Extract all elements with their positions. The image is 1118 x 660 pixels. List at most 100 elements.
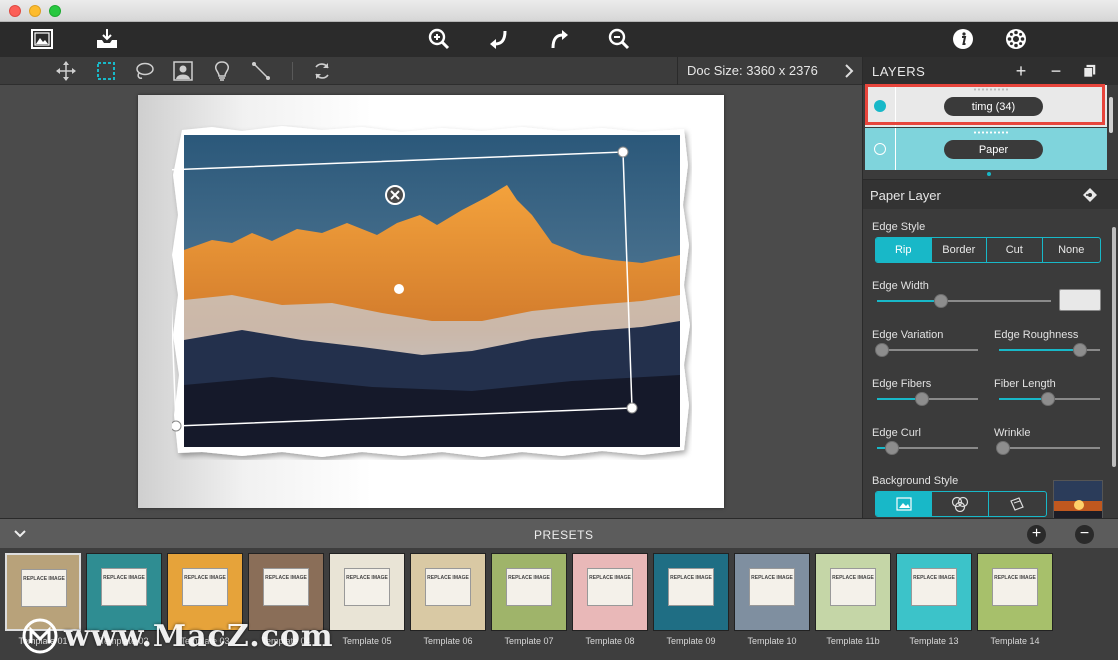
slider-knob[interactable] <box>996 441 1010 455</box>
slider-knob[interactable] <box>875 343 889 357</box>
preset-caption: REPLACE IMAGE <box>21 569 67 607</box>
layer-name: timg (34) <box>944 97 1043 116</box>
paper-style-icon[interactable] <box>1081 186 1099 204</box>
edge-curl-slider[interactable] <box>877 441 978 455</box>
preset-thumbnail[interactable]: REPLACE IMAGE <box>734 553 810 631</box>
edge-roughness-slider[interactable] <box>999 343 1100 357</box>
info-icon[interactable] <box>949 26 977 52</box>
edge-width-label: Edge Width <box>872 280 929 292</box>
undo-icon[interactable] <box>485 26 513 52</box>
slider-knob[interactable] <box>915 392 929 406</box>
panel-scrollbar[interactable] <box>1112 227 1116 467</box>
edge-style-label: Edge Style <box>872 221 926 233</box>
preset-label: Template 02 <box>99 636 149 646</box>
export-icon[interactable] <box>93 26 121 52</box>
edge-variation-label: Edge Variation <box>872 329 944 341</box>
presets-strip: REPLACE IMAGE Template 01 REPLACE IMAGE Tem… <box>0 548 1118 660</box>
edge-color-swatch[interactable] <box>1059 289 1101 311</box>
slider-knob[interactable] <box>1041 392 1055 406</box>
layer-visibility-dot[interactable] <box>874 100 886 112</box>
zoom-out-icon[interactable] <box>605 26 633 52</box>
edge-style-segmented: Rip Border Cut None <box>875 237 1101 263</box>
add-preset-button[interactable]: + <box>1027 525 1046 544</box>
drag-handle-icon[interactable] <box>973 88 1009 91</box>
edge-style-border[interactable]: Border <box>932 238 987 262</box>
preset-thumbnail[interactable]: REPLACE IMAGE <box>653 553 729 631</box>
edge-style-rip[interactable]: Rip <box>876 238 932 262</box>
preset-label: Template 10 <box>747 636 797 646</box>
bg-style-color[interactable] <box>932 492 989 516</box>
preset-thumbnail[interactable]: REPLACE IMAGE <box>815 553 891 631</box>
layers-header: LAYERS + − <box>863 57 1118 85</box>
edge-style-none[interactable]: None <box>1043 238 1100 262</box>
preset-thumbnail[interactable]: REPLACE IMAGE <box>491 553 567 631</box>
preset-label: Template 04 <box>261 636 311 646</box>
layer-row-paper[interactable]: Paper <box>865 128 1107 170</box>
remove-preset-button[interactable]: − <box>1075 525 1094 544</box>
preset-label: Template 13 <box>909 636 959 646</box>
zoom-in-icon[interactable] <box>425 26 453 52</box>
preset-thumbnail[interactable]: REPLACE IMAGE <box>572 553 648 631</box>
minimize-window-button[interactable] <box>29 5 41 17</box>
preset-label: Template 11b <box>826 636 880 646</box>
bg-style-texture[interactable] <box>989 492 1046 516</box>
move-icon[interactable] <box>54 60 78 82</box>
color-circles-icon <box>951 496 969 512</box>
slider-knob[interactable] <box>1073 343 1087 357</box>
portrait-icon[interactable] <box>171 60 195 82</box>
preset-thumbnail[interactable]: REPLACE IMAGE <box>167 553 243 631</box>
slider-knob[interactable] <box>934 294 948 308</box>
texture-icon <box>1010 497 1025 511</box>
app-window: Doc Size: 3360 x 2376 LAYERS + − timg (3… <box>0 0 1118 660</box>
edge-roughness-label: Edge Roughness <box>994 329 1079 341</box>
add-layer-button[interactable]: + <box>1011 61 1031 81</box>
preset-thumbnail[interactable]: REPLACE IMAGE <box>896 553 972 631</box>
preset-thumbnail[interactable]: REPLACE IMAGE <box>410 553 486 631</box>
lasso-icon[interactable] <box>132 60 156 82</box>
chevron-right-icon[interactable] <box>840 61 858 81</box>
presets-bar: PRESETS + − <box>0 518 1118 548</box>
slider-knob[interactable] <box>885 441 899 455</box>
image-browser-icon[interactable] <box>28 26 56 52</box>
preset-thumbnail[interactable]: REPLACE IMAGE <box>86 553 162 631</box>
preset-label: Template 07 <box>504 636 554 646</box>
background-style-segmented <box>875 491 1047 517</box>
layer-visibility-dot[interactable] <box>874 143 886 155</box>
rotate-icon[interactable] <box>310 60 334 82</box>
background-style-label: Background Style <box>872 475 959 487</box>
photo-layer[interactable] <box>160 125 692 460</box>
edge-fibers-slider[interactable] <box>877 392 978 406</box>
duplicate-layer-button[interactable] <box>1080 61 1100 81</box>
drag-handle-icon[interactable] <box>973 131 1009 134</box>
preset-caption: REPLACE IMAGE <box>911 568 957 606</box>
line-icon[interactable] <box>249 60 273 82</box>
remove-layer-button[interactable]: − <box>1046 61 1066 81</box>
close-window-button[interactable] <box>9 5 21 17</box>
chevron-down-icon[interactable] <box>12 527 28 541</box>
preset-caption: REPLACE IMAGE <box>668 568 714 606</box>
preset-thumbnail[interactable]: REPLACE IMAGE <box>977 553 1053 631</box>
redo-icon[interactable] <box>545 26 573 52</box>
wrinkle-slider[interactable] <box>996 441 1100 455</box>
bg-style-image[interactable] <box>876 492 933 516</box>
background-thumbnail[interactable] <box>1053 480 1103 520</box>
light-icon[interactable] <box>210 60 234 82</box>
presets-title: PRESETS <box>534 528 594 542</box>
main-toolbar <box>0 22 1118 57</box>
preset-caption: REPLACE IMAGE <box>830 568 876 606</box>
preset-thumbnail[interactable]: REPLACE IMAGE <box>5 553 81 631</box>
edge-style-cut[interactable]: Cut <box>987 238 1043 262</box>
settings-icon[interactable] <box>1002 26 1030 52</box>
preset-thumbnail[interactable]: REPLACE IMAGE <box>248 553 324 631</box>
edge-width-slider[interactable] <box>877 294 1051 308</box>
layer-divider <box>895 85 896 127</box>
layers-scrollbar[interactable] <box>1109 97 1113 133</box>
preset-label: Template 14 <box>990 636 1040 646</box>
fiber-length-slider[interactable] <box>999 392 1100 406</box>
rect-select-icon[interactable] <box>94 60 118 82</box>
edge-variation-slider[interactable] <box>875 343 978 357</box>
layer-row-timg[interactable]: timg (34) <box>865 85 1107 127</box>
layers-resize-handle[interactable] <box>987 172 991 176</box>
maximize-window-button[interactable] <box>49 5 61 17</box>
preset-thumbnail[interactable]: REPLACE IMAGE <box>329 553 405 631</box>
